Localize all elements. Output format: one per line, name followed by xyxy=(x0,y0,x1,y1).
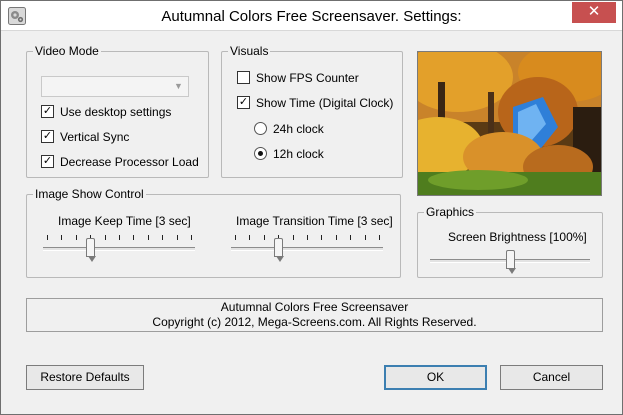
slider-tick xyxy=(264,235,265,240)
slider-tick xyxy=(379,235,380,240)
ok-button[interactable]: OK xyxy=(384,365,487,390)
slider-tick xyxy=(336,235,337,240)
slider-tick xyxy=(191,235,192,240)
graphics-group: Graphics Screen Brightness [100%] xyxy=(417,205,603,278)
visuals-legend: Visuals xyxy=(228,44,271,58)
decrease-processor-load-label: Decrease Processor Load xyxy=(60,155,199,169)
product-name-text: Autumnal Colors Free Screensaver xyxy=(220,300,409,314)
chevron-down-icon[interactable]: ▼ xyxy=(171,79,186,94)
copyright-text: Copyright (c) 2012, Mega-Screens.com. Al… xyxy=(152,315,477,329)
slider-track xyxy=(43,247,195,251)
slider-tick xyxy=(47,235,48,240)
use-desktop-settings-label: Use desktop settings xyxy=(60,105,172,119)
image-keep-time-label: Image Keep Time [3 sec] xyxy=(58,214,191,228)
window-title: Autumnal Colors Free Screensaver. Settin… xyxy=(161,8,462,25)
screen-brightness-label: Screen Brightness [100%] xyxy=(448,230,587,244)
checkmark-icon: ✓ xyxy=(238,96,249,108)
slider-tick xyxy=(321,235,322,240)
title-bar[interactable]: Autumnal Colors Free Screensaver. Settin… xyxy=(1,1,622,31)
radio-circle[interactable] xyxy=(254,122,267,135)
show-time-label: Show Time (Digital Clock) xyxy=(256,96,394,110)
checkbox-box[interactable]: ✓ xyxy=(41,130,54,143)
radio-circle[interactable] xyxy=(254,147,267,160)
cancel-button[interactable]: Cancel xyxy=(500,365,603,390)
graphics-legend: Graphics xyxy=(424,205,477,219)
image-transition-time-label: Image Transition Time [3 sec] xyxy=(236,214,393,228)
slider-tick xyxy=(133,235,134,240)
slider-tick xyxy=(162,235,163,240)
slider-tick xyxy=(249,235,250,240)
close-icon: ✕ xyxy=(587,3,601,20)
about-info-panel: Autumnal Colors Free Screensaver Copyrig… xyxy=(26,298,603,332)
clock-24h-label: 24h clock xyxy=(273,122,324,136)
radio-selected-dot xyxy=(258,151,263,156)
slider-thumb[interactable] xyxy=(274,238,284,262)
video-mode-group: Video Mode ▼ ✓ Use desktop settings ✓ Ve… xyxy=(26,44,209,178)
checkbox-box[interactable]: ✓ xyxy=(41,155,54,168)
image-show-control-legend: Image Show Control xyxy=(33,187,146,201)
visuals-group: Visuals Show FPS Counter ✓ Show Time (Di… xyxy=(221,44,403,178)
slider-tick xyxy=(148,235,149,240)
slider-tick xyxy=(177,235,178,240)
slider-tick xyxy=(293,235,294,240)
slider-tick xyxy=(365,235,366,240)
close-button[interactable]: ✕ xyxy=(572,2,616,23)
checkmark-icon: ✓ xyxy=(42,105,53,117)
slider-thumb[interactable] xyxy=(86,238,96,262)
image-show-control-group: Image Show Control Image Keep Time [3 se… xyxy=(26,187,401,278)
slider-track xyxy=(231,247,383,251)
slider-tick xyxy=(307,235,308,240)
clock-12h-label: 12h clock xyxy=(273,147,324,161)
slider-thumb[interactable] xyxy=(506,250,516,274)
autumn-forest-picture xyxy=(418,52,601,195)
slider-tick xyxy=(350,235,351,240)
preview-image xyxy=(417,51,602,196)
screen-brightness-slider[interactable] xyxy=(430,245,590,274)
checkbox-box[interactable]: ✓ xyxy=(237,96,250,109)
checkmark-icon: ✓ xyxy=(42,155,53,167)
image-keep-time-slider[interactable] xyxy=(43,233,195,262)
checkbox-box[interactable] xyxy=(237,71,250,84)
show-fps-counter-label: Show FPS Counter xyxy=(256,71,359,85)
slider-tick xyxy=(235,235,236,240)
checkmark-icon: ✓ xyxy=(42,130,53,142)
vertical-sync-label: Vertical Sync xyxy=(60,130,130,144)
slider-tick xyxy=(119,235,120,240)
video-mode-legend: Video Mode xyxy=(33,44,101,58)
settings-window: Autumnal Colors Free Screensaver. Settin… xyxy=(0,0,623,415)
resolution-select[interactable]: ▼ xyxy=(41,76,189,97)
slider-tick xyxy=(61,235,62,240)
checkbox-box[interactable]: ✓ xyxy=(41,105,54,118)
slider-tick xyxy=(76,235,77,240)
restore-defaults-button[interactable]: Restore Defaults xyxy=(26,365,144,390)
slider-tick xyxy=(105,235,106,240)
image-transition-time-slider[interactable] xyxy=(231,233,383,262)
